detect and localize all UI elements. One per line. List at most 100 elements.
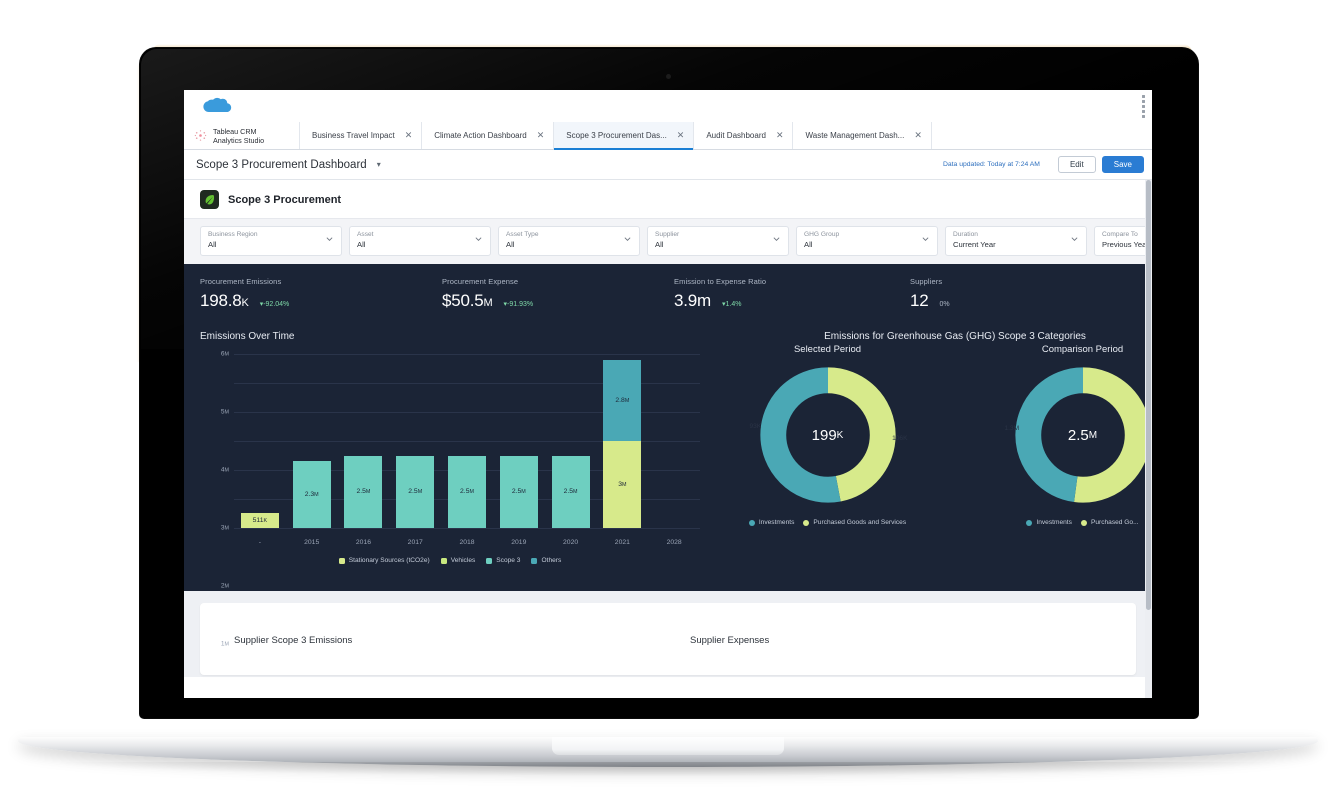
- emissions-over-time-bar-chart[interactable]: 0 1M 2M 3M 4M 5M 6M 511K 2.3M 2.5M 2.5M 2.5M 2.5M 2.5…: [200, 350, 700, 648]
- chevron-down-icon[interactable]: [475, 237, 482, 241]
- bar[interactable]: 2.5M: [448, 455, 487, 528]
- studio-tab-line1: Tableau CRM: [213, 126, 257, 136]
- kpi-row: 12 0%: [910, 291, 1110, 311]
- tab-audit-dashboard[interactable]: Audit Dashboard ✕: [694, 122, 794, 149]
- filter-asset-type[interactable]: Asset Type All: [498, 226, 640, 256]
- tab-label: Audit Dashboard: [706, 131, 766, 140]
- close-icon[interactable]: ✕: [405, 131, 413, 140]
- bar[interactable]: 2.5M: [551, 455, 590, 528]
- donut-chart[interactable]: 2.5 M 1.3M: [1005, 359, 1153, 511]
- legend-label: Stationary Sources (tCO2e): [348, 557, 430, 564]
- laptop-shadow: [60, 762, 1275, 776]
- scrollbar-thumb[interactable]: [1146, 180, 1151, 610]
- edit-button[interactable]: Edit: [1057, 156, 1096, 173]
- vertical-scrollbar[interactable]: [1145, 180, 1152, 698]
- chevron-down-icon[interactable]: [773, 237, 780, 241]
- kpi-delta: 0%: [939, 301, 950, 308]
- bar[interactable]: 2.8M 3M: [603, 359, 642, 528]
- kpi-delta: ▾1.4%: [722, 301, 742, 308]
- page-title: Scope 3 Procurement Dashboard: [196, 158, 367, 171]
- filter-value: All: [357, 240, 366, 249]
- chevron-down-icon[interactable]: [922, 237, 929, 241]
- tab-label: Waste Management Dash...: [805, 131, 905, 140]
- chevron-down-icon[interactable]: ▾: [377, 160, 381, 169]
- x-axis-tick: -: [258, 539, 262, 546]
- kpi-procurement-expense[interactable]: Procurement Expense $50.5M ▾-91.93%: [442, 277, 674, 311]
- tab-scope-3-procurement-dashboard[interactable]: Scope 3 Procurement Das... ✕: [554, 122, 695, 150]
- save-button[interactable]: Save: [1101, 156, 1144, 173]
- chart-title: Emissions Over Time: [200, 331, 295, 342]
- close-icon[interactable]: ✕: [677, 131, 685, 140]
- donut-row: Selected Period 199 K 93K 106K Investmen…: [700, 344, 1152, 526]
- laptop-screen: Tableau CRM Analytics Studio Business Tr…: [184, 90, 1152, 698]
- kpi-value: 3.9m: [674, 291, 711, 310]
- legend-item[interactable]: Stationary Sources (tCO2e): [338, 557, 430, 564]
- screenshot-stage: Tableau CRM Analytics Studio Business Tr…: [0, 0, 1335, 803]
- legend-item[interactable]: Scope 3: [486, 557, 520, 564]
- legend-item[interactable]: Others: [531, 557, 561, 564]
- kpi-procurement-emissions[interactable]: Procurement Emissions 198.8K ▾-92.04%: [200, 277, 442, 311]
- chevron-down-icon[interactable]: [624, 237, 631, 241]
- tab-label: Business Travel Impact: [312, 131, 395, 140]
- filter-ghg-group[interactable]: GHG Group All: [796, 226, 938, 256]
- kpi-label: Emission to Expense Ratio: [674, 277, 767, 286]
- supplier-expenses-card[interactable]: Supplier Expenses: [670, 630, 769, 648]
- app-topbar: [184, 90, 1152, 122]
- close-icon[interactable]: ✕: [776, 131, 784, 140]
- filter-duration[interactable]: Duration Current Year: [945, 226, 1087, 256]
- bar-segment: 3M: [603, 441, 642, 528]
- bar-value-label: 2.5M: [408, 488, 423, 496]
- tab-climate-action-dashboard[interactable]: Climate Action Dashboard ✕: [422, 122, 555, 149]
- donut-chart[interactable]: 199 K 93K 106K: [749, 359, 908, 511]
- tab-waste-management-dashboard[interactable]: Waste Management Dash... ✕: [793, 122, 932, 149]
- supplier-scope-3-emissions-card[interactable]: Supplier Scope 3 Emissions: [200, 630, 670, 648]
- bar-segment: 2.3M: [292, 461, 331, 528]
- filter-value: All: [208, 240, 217, 249]
- bar-slot: 2.5M: [545, 354, 597, 528]
- app-launcher-grid-dots-icon[interactable]: [1142, 95, 1145, 118]
- card-title: Supplier Expenses: [690, 635, 770, 646]
- donut-legend: Investments Purchased Goods and Services: [700, 519, 955, 526]
- bar-value-label: 3M: [618, 481, 627, 488]
- bar-value-label: 2.8M: [615, 396, 630, 404]
- bottom-zone: Supplier Scope 3 Emissions Supplier Expe…: [184, 591, 1152, 677]
- legend-swatch: [803, 519, 810, 526]
- bar[interactable]: 2.3M: [292, 461, 331, 528]
- filter-compare-to[interactable]: Compare To Previous Year: [1094, 226, 1152, 256]
- chevron-down-icon[interactable]: [1071, 237, 1078, 241]
- legend-item[interactable]: Vehicles: [440, 557, 475, 564]
- donut-slice-label-purchased-goods: 93K: [749, 423, 762, 430]
- close-icon[interactable]: ✕: [914, 131, 922, 140]
- bar[interactable]: 2.5M: [396, 455, 435, 528]
- filter-value: All: [506, 240, 515, 249]
- legend-item-investments: Investments: [748, 519, 795, 526]
- kpi-suppliers[interactable]: Suppliers 12 0%: [910, 277, 1110, 311]
- filter-label: Asset Type: [506, 231, 539, 238]
- bar[interactable]: 2.5M: [344, 455, 383, 528]
- bar-slot: 2.5M: [441, 354, 493, 528]
- bar[interactable]: 511K: [240, 513, 279, 528]
- close-icon[interactable]: ✕: [537, 131, 545, 140]
- x-axis-tick: 2016: [355, 539, 372, 546]
- chevron-down-icon[interactable]: [326, 237, 333, 241]
- bar[interactable]: 2.5M: [499, 455, 538, 528]
- kpi-emission-to-expense-ratio[interactable]: Emission to Expense Ratio 3.9m ▾1.4%: [674, 277, 910, 311]
- bar-segment: 2.5M: [551, 455, 590, 528]
- legend-label: Purchased Goods and Services: [813, 519, 907, 526]
- legend-label: Investments: [758, 519, 795, 526]
- emissions-over-time-panel: Emissions Over Time 0 1M 2M 3M 4M 5M 6M 511K 2.3…: [184, 323, 700, 648]
- y-axis-tick: 3M: [220, 524, 229, 532]
- filter-business-region[interactable]: Business Region All: [200, 226, 342, 256]
- webcam-icon: [666, 74, 671, 79]
- legend-swatch: [440, 557, 447, 564]
- filter-asset[interactable]: Asset All: [349, 226, 491, 256]
- filter-supplier[interactable]: Supplier All: [647, 226, 789, 256]
- bar-value-label: 2.5M: [563, 488, 578, 496]
- bar-value-label: 2.5M: [356, 488, 371, 496]
- legend-item-investments: Investments: [1026, 519, 1072, 526]
- legend-swatch: [1026, 519, 1033, 526]
- bar-value-label: 2.5M: [460, 488, 474, 496]
- tab-business-travel-impact[interactable]: Business Travel Impact ✕: [300, 122, 423, 149]
- bar-group: 511K 2.3M 2.5M 2.5M 2.5M 2.5M 2.5M 2.8M 3M: [234, 354, 700, 528]
- tableau-crm-analytics-studio-tab[interactable]: Tableau CRM Analytics Studio: [184, 122, 300, 149]
